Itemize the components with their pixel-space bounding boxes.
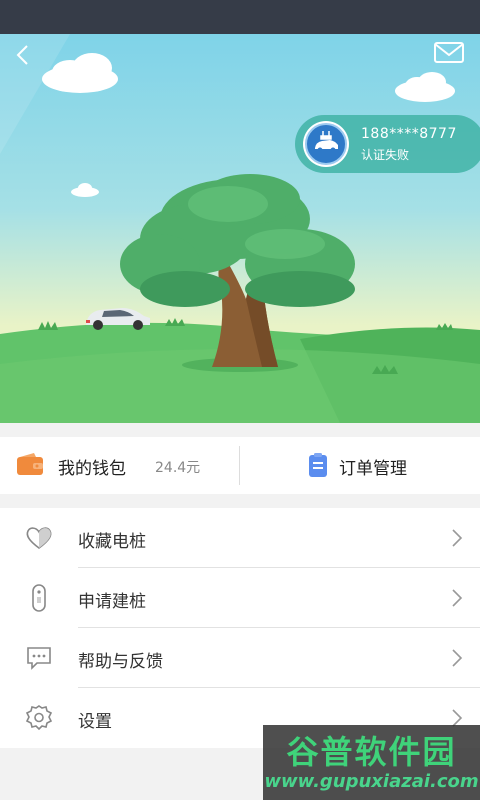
hero-banner <box>0 34 480 423</box>
watermark-url: www.gupuxiazai.com <box>264 771 479 792</box>
back-button[interactable] <box>8 40 38 70</box>
wallet-button[interactable]: 我的钱包 24.4元 <box>0 437 239 494</box>
order-management-label: 订单管理 <box>339 459 407 479</box>
mail-icon <box>434 42 464 63</box>
user-info-card[interactable]: 188****8777 认证失败 <box>295 115 480 173</box>
menu-item-help-feedback[interactable]: 帮助与反馈 <box>0 628 480 688</box>
menu-item-favorite-piles[interactable]: 收藏电桩 <box>0 508 480 568</box>
watermark-title: 谷普软件园 <box>286 733 457 771</box>
menu-item-label: 收藏电桩 <box>78 532 146 552</box>
settings-menu: 收藏电桩 申请建桩 帮助与反馈 设置 <box>0 508 480 748</box>
quick-action-bar: 我的钱包 24.4元 订单管理 <box>0 437 480 494</box>
order-management-button[interactable]: 订单管理 <box>240 437 480 494</box>
menu-item-apply-pile[interactable]: 申请建桩 <box>0 568 480 628</box>
wallet-icon <box>17 453 43 475</box>
heart-icon <box>26 527 52 549</box>
user-phone: 188****8777 <box>361 126 457 142</box>
chevron-left-icon <box>16 45 28 65</box>
chat-bubble-icon <box>27 647 51 670</box>
avatar <box>303 121 349 167</box>
menu-item-label: 申请建桩 <box>78 592 146 612</box>
chevron-right-icon <box>452 589 463 607</box>
landscape-illustration <box>0 34 480 423</box>
watermark: 谷普软件园 www.gupuxiazai.com <box>263 725 480 800</box>
wallet-label: 我的钱包 <box>58 459 126 479</box>
charger-pile-icon <box>32 584 46 612</box>
clipboard-icon <box>309 453 327 477</box>
car-plug-icon <box>305 123 347 165</box>
message-button[interactable] <box>432 40 466 66</box>
menu-item-label: 帮助与反馈 <box>78 652 163 672</box>
wallet-balance: 24.4元 <box>155 460 201 476</box>
verification-status: 认证失败 <box>361 148 410 162</box>
chevron-right-icon <box>452 529 463 547</box>
gear-icon <box>25 705 53 731</box>
status-bar <box>0 0 480 34</box>
menu-item-label: 设置 <box>78 712 112 732</box>
chevron-right-icon <box>452 649 463 667</box>
